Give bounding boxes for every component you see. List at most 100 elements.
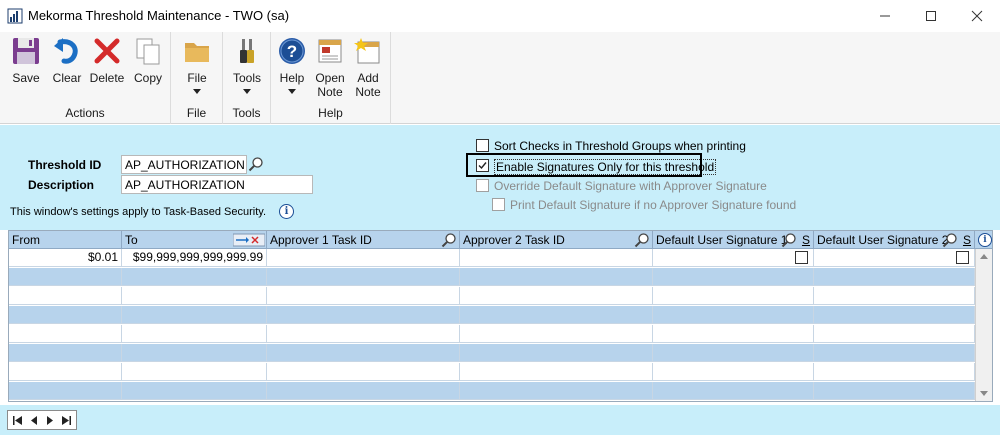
sig1-lookup-icon[interactable]	[781, 232, 797, 248]
sig1-cell	[653, 249, 814, 267]
copy-icon	[136, 38, 160, 65]
to-cell[interactable]: $99,999,999,999,999.99	[122, 249, 267, 267]
info-icon[interactable]: i	[279, 204, 294, 219]
help-icon: ?	[279, 38, 305, 64]
column-default-sig1-label: Default User Signature 1	[656, 233, 788, 247]
tools-label: Tools	[232, 71, 261, 85]
scroll-up-icon[interactable]	[980, 254, 988, 259]
description-label: Description	[28, 178, 95, 192]
copy-button[interactable]: Copy	[129, 34, 167, 85]
print-default-signature-label: Print Default Signature if no Approver S…	[510, 198, 797, 212]
next-record-icon	[47, 415, 53, 425]
sig1-checkbox[interactable]	[795, 251, 808, 264]
open-note-icon	[318, 39, 342, 63]
help-label: Help	[279, 71, 305, 85]
column-approver2-label: Approver 2 Task ID	[463, 233, 565, 247]
tools-group-label: Tools	[232, 106, 261, 120]
maximize-icon	[926, 11, 936, 21]
next-record-button[interactable]	[43, 414, 57, 426]
print-default-signature-checkbox[interactable]	[492, 198, 505, 211]
previous-record-button[interactable]	[27, 414, 41, 426]
column-from[interactable]: From	[9, 231, 122, 249]
sort-checks-label: Sort Checks in Threshold Groups when pri…	[494, 139, 746, 153]
file-button[interactable]: File	[177, 34, 217, 94]
help-dropdown-icon	[288, 89, 296, 94]
table-row[interactable]	[9, 382, 975, 400]
add-note-button[interactable]: Add Note	[349, 34, 387, 99]
file-group: File File	[171, 32, 223, 124]
vertical-scrollbar[interactable]	[975, 249, 992, 401]
tools-button[interactable]: Tools	[227, 34, 267, 94]
help-button[interactable]: ? Help	[273, 34, 311, 94]
copy-label: Copy	[133, 71, 162, 85]
svg-text:?: ?	[287, 42, 297, 61]
description-field[interactable]: AP_AUTHORIZATION	[121, 175, 313, 194]
sig2-s-label: S	[962, 233, 971, 247]
column-to-label: To	[125, 233, 138, 247]
expand-collapse-icon[interactable]	[233, 233, 265, 247]
column-default-sig1[interactable]: Default User Signature 1 S	[653, 231, 814, 249]
table-row[interactable]	[9, 344, 975, 362]
column-approver1-label: Approver 1 Task ID	[270, 233, 372, 247]
approver2-lookup-icon[interactable]	[634, 232, 650, 248]
minimize-button[interactable]	[862, 0, 908, 32]
table-row[interactable]	[9, 306, 975, 324]
table-row[interactable]	[9, 363, 975, 381]
table-row[interactable]	[9, 325, 975, 343]
column-default-sig2[interactable]: Default User Signature 2 S	[814, 231, 975, 249]
table-row[interactable]	[9, 287, 975, 305]
save-icon	[13, 38, 39, 64]
help-group: ? Help Open Note Add Note Help	[271, 32, 391, 124]
folder-icon	[185, 43, 209, 62]
first-record-button[interactable]	[11, 414, 25, 426]
clear-label: Clear	[52, 71, 82, 85]
sort-checks-checkbox[interactable]	[476, 139, 489, 152]
grid-info-icon[interactable]: i	[978, 233, 992, 247]
add-note-label: Add Note	[355, 71, 381, 99]
maximize-button[interactable]	[908, 0, 954, 32]
override-signature-checkbox[interactable]	[476, 179, 489, 192]
close-button[interactable]	[954, 0, 1000, 32]
add-note-icon	[354, 38, 380, 64]
threshold-id-field[interactable]: AP_AUTHORIZATION	[121, 155, 247, 174]
from-cell[interactable]: $0.01	[9, 249, 122, 267]
window-title: Mekorma Threshold Maintenance - TWO (sa)	[28, 8, 290, 23]
open-note-label: Open Note	[315, 71, 345, 99]
sig1-s-label: S	[801, 233, 810, 247]
last-record-icon	[62, 415, 71, 425]
save-label: Save	[12, 71, 40, 85]
file-label: File	[187, 71, 207, 85]
column-approver1[interactable]: Approver 1 Task ID	[267, 231, 460, 249]
approver1-lookup-icon[interactable]	[441, 232, 457, 248]
table-row[interactable]: $0.01 $99,999,999,999,999.99	[9, 249, 975, 267]
tools-group: Tools Tools	[223, 32, 271, 124]
scroll-down-icon[interactable]	[980, 391, 988, 396]
delete-icon	[94, 38, 120, 64]
previous-record-icon	[31, 415, 37, 425]
table-row[interactable]	[9, 268, 975, 286]
security-note: This window's settings apply to Task-Bas…	[10, 206, 267, 218]
approver2-cell[interactable]	[460, 249, 653, 267]
open-note-button[interactable]: Open Note	[311, 34, 349, 99]
column-default-sig2-label: Default User Signature 2	[817, 233, 949, 247]
column-approver2[interactable]: Approver 2 Task ID	[460, 231, 653, 249]
sig2-cell	[814, 249, 975, 267]
column-to[interactable]: To	[122, 231, 267, 249]
tools-dropdown-icon	[243, 89, 251, 94]
threshold-id-label: Threshold ID	[28, 158, 102, 172]
override-signature-label: Override Default Signature with Approver…	[494, 179, 767, 193]
record-navigator	[7, 410, 77, 430]
tools-icon	[240, 39, 254, 63]
clear-button[interactable]: Clear	[48, 34, 86, 85]
threshold-lookup-icon[interactable]	[248, 156, 264, 172]
approver1-cell[interactable]	[267, 249, 460, 267]
ribbon: Save Clear Delete Copy Actions File File…	[0, 32, 1000, 124]
last-record-button[interactable]	[59, 414, 73, 426]
actions-group-label: Actions	[65, 106, 105, 120]
save-button[interactable]: Save	[6, 34, 46, 85]
help-group-label: Help	[318, 106, 343, 120]
first-record-icon	[13, 415, 22, 425]
delete-button[interactable]: Delete	[87, 34, 127, 85]
sig2-checkbox[interactable]	[956, 251, 969, 264]
sig2-lookup-icon[interactable]	[942, 232, 958, 248]
